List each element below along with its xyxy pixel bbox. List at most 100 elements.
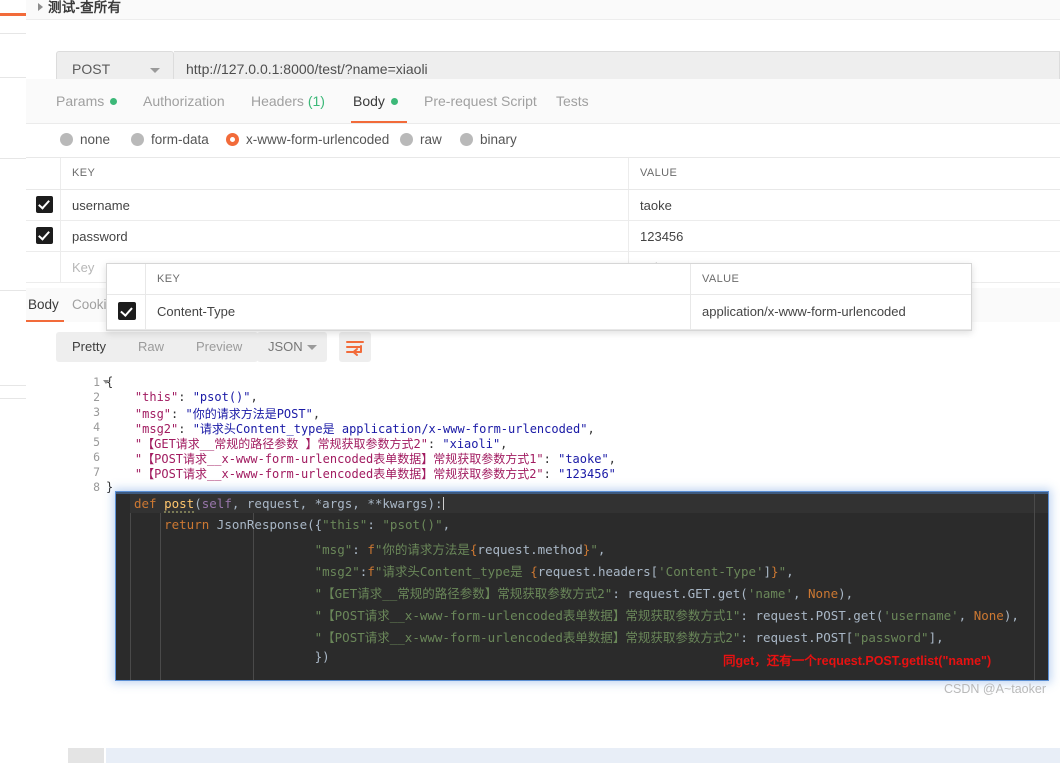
json-token: : — [171, 407, 186, 421]
url-text: http://127.0.0.1:8000/test/?name=xiaoli — [186, 61, 428, 77]
row-key-cell[interactable]: username — [60, 190, 629, 220]
radio-raw[interactable]: raw — [400, 132, 442, 147]
row-key-cell[interactable]: password — [60, 221, 629, 251]
code-line-1: def post(self, request, *args, **kwargs)… — [134, 496, 444, 513]
header-cell-check — [107, 264, 146, 294]
line-number: 7 — [93, 465, 100, 479]
row-key-text: password — [72, 229, 128, 244]
code-editor-overlay[interactable]: def post(self, request, *args, **kwargs)… — [116, 492, 1048, 680]
header-cell-key: KEY — [60, 158, 629, 189]
json-token: "请求头Content_type是 application/x-www-form… — [192, 422, 588, 436]
json-token: : — [427, 437, 443, 451]
view-mode-raw[interactable]: Raw — [122, 332, 180, 355]
checkbox-checked-icon[interactable] — [36, 227, 53, 244]
row-checkbox-cell[interactable] — [107, 294, 146, 329]
json-token: "taoke" — [558, 452, 609, 466]
response-format-select[interactable]: JSON — [257, 332, 327, 362]
code-line-7: "【POST请求__x-www-form-urlencoded表单数据】常规获取… — [314, 630, 944, 645]
tab-body[interactable]: Body — [353, 93, 398, 109]
tab-label: Body — [353, 93, 385, 109]
line-number: 1 — [93, 375, 100, 389]
json-token: "123456" — [558, 467, 616, 481]
response-json-viewer[interactable]: 12345678 { "this": "psot()", "msg": "你的请… — [26, 373, 1060, 763]
code-line-4: "msg2":f"请求头Content_type是 {request.heade… — [314, 564, 794, 579]
tab-pre-request-script[interactable]: Pre-request Script — [424, 93, 537, 109]
tab-headers[interactable]: Headers (1) — [251, 93, 325, 109]
json-token: , — [250, 390, 258, 404]
row-value-cell[interactable]: application/x-www-form-urlencoded — [690, 294, 971, 329]
json-token: : — [543, 452, 559, 466]
header-cell-check — [26, 158, 61, 189]
request-pane: 测试-查所有 POST http://127.0.0.1:8000/test/?… — [26, 0, 1060, 763]
tab-label: Body — [28, 297, 59, 312]
radio-x-www-form-urlencoded[interactable]: x-www-form-urlencoded — [226, 132, 389, 147]
headers-popup-row[interactable]: Content-Type application/x-www-form-urle… — [107, 294, 971, 330]
checkbox-checked-icon[interactable] — [36, 196, 53, 213]
rail-divider — [0, 385, 26, 386]
row-key-text: username — [72, 198, 130, 213]
json-token: "【POST请求__x-www-form-urlencoded表单数据】常规获取… — [106, 467, 544, 481]
tab-label: Authorization — [143, 93, 225, 109]
code-line-5: "【GET请求__常规的路径参数】常规获取参数方式2": request.GET… — [314, 586, 854, 601]
chevron-down-icon[interactable] — [307, 345, 317, 350]
editor-gutter-line — [130, 513, 131, 680]
column-header-key: KEY — [157, 273, 181, 285]
row-checkbox-cell[interactable] — [26, 252, 61, 282]
radio-label: binary — [480, 132, 517, 147]
line-number: 4 — [93, 420, 100, 434]
view-mode-pretty[interactable]: Pretty — [56, 332, 122, 355]
json-token: "xiaoli" — [442, 437, 501, 451]
header-cell-value: VALUE — [628, 158, 1060, 189]
tab-active-underline — [351, 121, 407, 123]
row-value-cell[interactable]: taoke — [628, 190, 1060, 220]
tab-tests[interactable]: Tests — [556, 93, 589, 109]
tab-params[interactable]: Params — [56, 93, 118, 109]
json-token: , — [587, 422, 595, 436]
radio-form-data[interactable]: form-data — [131, 132, 209, 147]
column-header-value: VALUE — [702, 273, 740, 285]
tab-authorization[interactable]: Authorization — [143, 93, 225, 109]
headers-popup[interactable]: KEY VALUE Content-Type application/x-www… — [106, 263, 972, 331]
chevron-right-icon[interactable] — [38, 3, 43, 11]
table-row[interactable]: password 123456 — [26, 221, 1060, 252]
method-label: POST — [72, 61, 111, 77]
row-value-text: taoke — [640, 198, 672, 213]
radio-icon — [131, 133, 144, 146]
rail-divider — [0, 290, 26, 291]
view-mode-preview[interactable]: Preview — [180, 332, 258, 355]
json-line: } — [106, 480, 113, 494]
json-line: "【POST请求__x-www-form-urlencoded表单数据】常规获取… — [106, 465, 616, 482]
row-value-cell[interactable]: 123456 — [628, 221, 1060, 251]
tab-label: Headers — [251, 93, 304, 109]
line-number: 8 — [93, 480, 100, 494]
row-key-cell[interactable]: Content-Type — [145, 294, 691, 329]
request-title[interactable]: 测试-查所有 — [38, 0, 121, 16]
radio-binary[interactable]: binary — [460, 132, 517, 147]
editor-gutter — [116, 494, 130, 680]
json-token: , — [608, 452, 616, 466]
word-wrap-toggle[interactable] — [339, 332, 371, 362]
row-checkbox-cell[interactable] — [26, 190, 61, 220]
line-number: 3 — [93, 405, 100, 419]
request-title-bar — [26, 0, 1060, 20]
red-annotation: 同get，还有一个request.POST.getlist("name") — [723, 654, 992, 668]
json-token: "psot()" — [192, 390, 251, 404]
left-rail — [0, 0, 27, 706]
json-token: , — [500, 437, 508, 451]
radio-none[interactable]: none — [60, 132, 110, 147]
line-1-gutter-highlight — [68, 748, 104, 763]
code-line-2: return JsonResponse({"this": "psot()", — [164, 517, 451, 532]
response-tab-body[interactable]: Body — [28, 297, 59, 312]
code-line-6: "【POST请求__x-www-form-urlencoded表单数据】常规获取… — [314, 608, 1019, 623]
radio-icon — [400, 133, 413, 146]
checkbox-checked-icon[interactable] — [118, 302, 136, 320]
row-checkbox-cell[interactable] — [26, 221, 61, 251]
table-row[interactable]: username taoke — [26, 190, 1060, 221]
line-number: 5 — [93, 435, 100, 449]
rail-divider — [0, 158, 26, 159]
json-token: } — [106, 480, 114, 494]
url-row: POST http://127.0.0.1:8000/test/?name=xi… — [26, 20, 1060, 87]
chevron-down-icon[interactable] — [150, 68, 160, 73]
green-dot-icon — [110, 98, 118, 105]
line-1-highlight — [106, 748, 1060, 763]
